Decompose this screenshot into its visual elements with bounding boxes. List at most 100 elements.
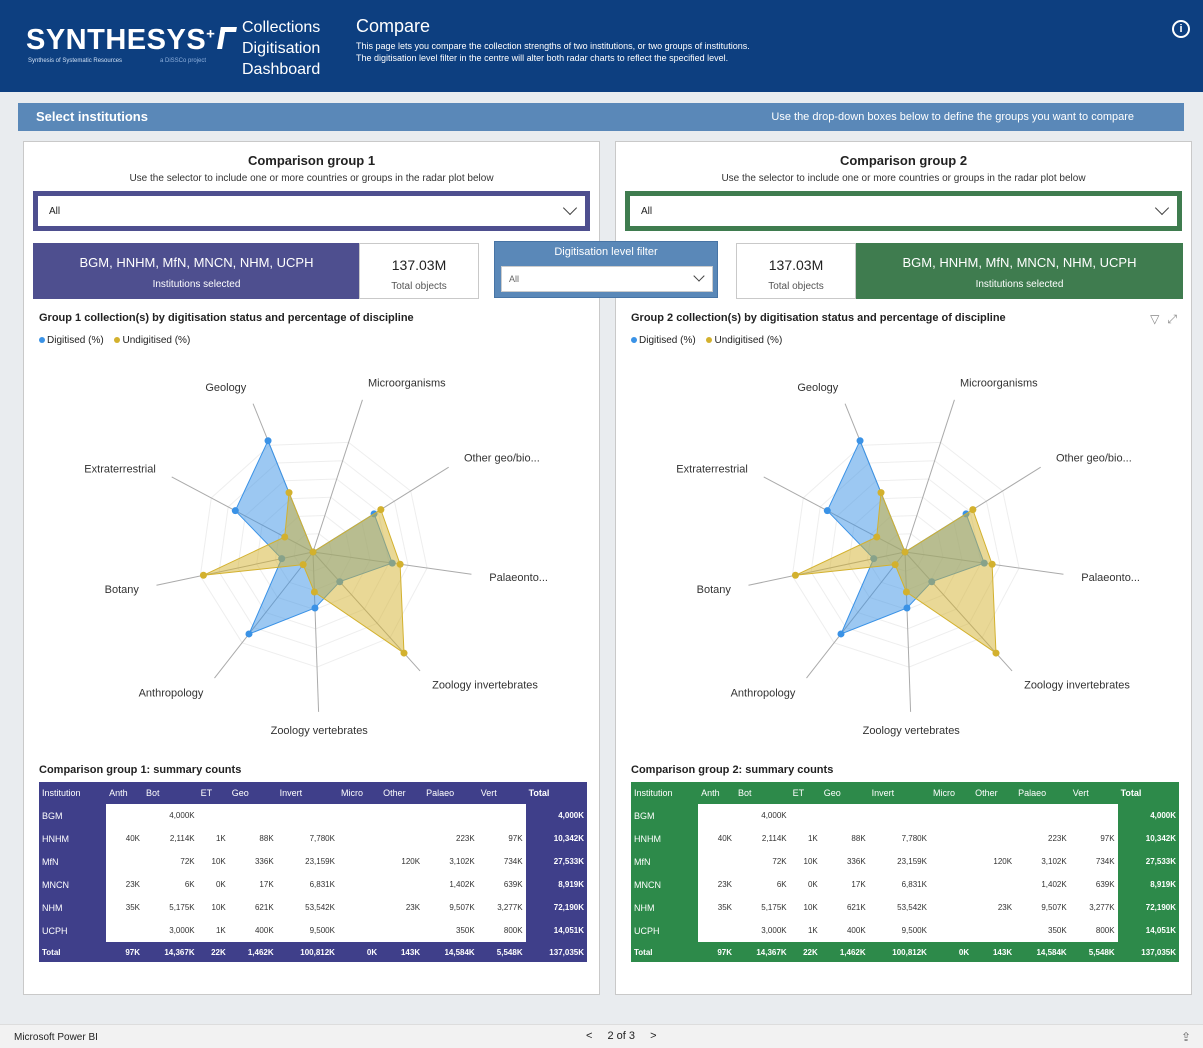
table-cell: 10K bbox=[789, 896, 821, 919]
table-header[interactable]: Anth bbox=[106, 782, 143, 804]
table-cell: 72,190K bbox=[1117, 896, 1179, 919]
table-cell: HNHM bbox=[631, 827, 699, 850]
group-1-legend: Digitised (%) Undigitised (%) bbox=[39, 335, 198, 346]
radar-undigitised-point bbox=[969, 506, 977, 514]
table-header[interactable]: Palaeo bbox=[1015, 782, 1070, 804]
table-cell: 621K bbox=[820, 896, 869, 919]
table-cell: 9,500K bbox=[276, 919, 338, 942]
radar-axis-label: Botany bbox=[697, 584, 732, 596]
table-cell: 3,277K bbox=[1069, 896, 1118, 919]
table-cell: 2,114K bbox=[735, 827, 790, 850]
table-header[interactable]: Vert bbox=[1069, 782, 1118, 804]
table-header[interactable]: Bot bbox=[735, 782, 790, 804]
table-cell: 800K bbox=[1069, 919, 1118, 942]
table-header[interactable]: Palaeo bbox=[423, 782, 478, 804]
table-cell: 17K bbox=[228, 873, 277, 896]
table-cell: 223K bbox=[423, 827, 478, 850]
table-cell bbox=[1069, 804, 1118, 827]
table-row: MNCN 23K 6K 0K 17K 6,831K 1,402K 639K 8,919K bbox=[631, 873, 1179, 896]
digitisation-level-dropdown[interactable]: All bbox=[501, 266, 713, 292]
table-header[interactable]: ET bbox=[789, 782, 821, 804]
table-cell: 336K bbox=[820, 850, 869, 873]
group-1-selector[interactable]: All bbox=[33, 191, 590, 231]
table-header[interactable]: Institution bbox=[39, 782, 107, 804]
table-header[interactable]: Anth bbox=[698, 782, 735, 804]
table-header[interactable]: Other bbox=[972, 782, 1016, 804]
prev-page-button[interactable]: < bbox=[586, 1030, 592, 1042]
table-cell bbox=[929, 827, 973, 850]
radar-digitised-point bbox=[311, 604, 319, 612]
table-header[interactable]: Geo bbox=[820, 782, 869, 804]
group-1-radar-chart: Geology Microorganisms Other geo/bio... Pal… bbox=[84, 378, 548, 737]
table-header[interactable]: Micro bbox=[929, 782, 973, 804]
table-row: UCPH 3,000K 1K 400K 9,500K 350K 800K 14,051K bbox=[39, 919, 587, 942]
table-cell bbox=[972, 919, 1016, 942]
table-cell: 23,159K bbox=[276, 850, 338, 873]
table-header[interactable]: ET bbox=[197, 782, 229, 804]
table-header[interactable]: Invert bbox=[868, 782, 930, 804]
table-header[interactable]: Total bbox=[525, 782, 587, 804]
page-description: This page lets you compare the collectio… bbox=[356, 41, 750, 63]
radar-axis-label: Other geo/bio... bbox=[464, 453, 540, 465]
table-cell: 3,102K bbox=[423, 850, 478, 873]
table-cell: 40K bbox=[698, 827, 735, 850]
radar-axis-label: Botany bbox=[105, 584, 140, 596]
table-cell: NHM bbox=[39, 896, 107, 919]
info-icon[interactable]: i bbox=[1172, 20, 1190, 38]
table-cell bbox=[276, 804, 338, 827]
table-cell bbox=[106, 804, 143, 827]
table-cell bbox=[423, 804, 478, 827]
table-row: HNHM 40K 2,114K 1K 88K 7,780K 223K 97K 10,342K bbox=[39, 827, 587, 850]
table-header[interactable]: Other bbox=[380, 782, 424, 804]
table-row: HNHM 40K 2,114K 1K 88K 7,780K 223K 97K 10,342K bbox=[631, 827, 1179, 850]
radar-axis-label: Palaeonto... bbox=[1081, 572, 1140, 584]
table-header[interactable]: Geo bbox=[228, 782, 277, 804]
table-cell bbox=[337, 896, 381, 919]
table-header[interactable]: Vert bbox=[477, 782, 526, 804]
radar-undigitised-point bbox=[902, 588, 910, 596]
table-cell: UCPH bbox=[39, 919, 107, 942]
table-header[interactable]: Total bbox=[1117, 782, 1179, 804]
table-cell: MNCN bbox=[631, 873, 699, 896]
powerbi-brand: Microsoft Power BI bbox=[14, 1032, 98, 1043]
table-cell: 1K bbox=[197, 919, 229, 942]
table-cell bbox=[929, 850, 973, 873]
table-cell: 1,402K bbox=[1015, 873, 1070, 896]
group-2-table-title: Comparison group 2: summary counts bbox=[631, 764, 834, 776]
table-cell: 88K bbox=[820, 827, 869, 850]
group-2-radar-chart: Geology Microorganisms Other geo/bio... Pal… bbox=[676, 378, 1140, 737]
table-cell bbox=[337, 804, 381, 827]
legend-undigitised-dot bbox=[114, 337, 121, 344]
group-2-selector[interactable]: All bbox=[625, 191, 1182, 231]
page-indicator: 2 of 3 bbox=[607, 1030, 636, 1042]
radar-digitised-point bbox=[837, 630, 845, 638]
table-total-cell: 5,548K bbox=[477, 942, 526, 962]
chevron-down-icon bbox=[1154, 200, 1170, 216]
radar-undigitised-point bbox=[992, 649, 1000, 657]
table-cell bbox=[228, 804, 277, 827]
table-cell bbox=[337, 850, 381, 873]
table-header[interactable]: Invert bbox=[276, 782, 338, 804]
table-cell: MfN bbox=[39, 850, 107, 873]
table-cell bbox=[929, 919, 973, 942]
table-cell: 4,000K bbox=[143, 804, 198, 827]
focus-mode-icon[interactable]: ⤢ bbox=[1167, 312, 1177, 326]
table-row: UCPH 3,000K 1K 400K 9,500K 350K 800K 14,051K bbox=[631, 919, 1179, 942]
logo-mark-icon bbox=[217, 27, 238, 49]
table-header[interactable]: Institution bbox=[631, 782, 699, 804]
next-page-button[interactable]: > bbox=[650, 1030, 656, 1042]
table-header[interactable]: Micro bbox=[337, 782, 381, 804]
table-cell: NHM bbox=[631, 896, 699, 919]
filter-icon[interactable]: ▽ bbox=[1150, 312, 1159, 326]
select-institutions-title: Select institutions bbox=[36, 109, 148, 124]
radar-axis-label: Zoology invertebrates bbox=[1024, 679, 1130, 691]
share-icon[interactable]: ⇪ bbox=[1181, 1030, 1191, 1044]
table-cell bbox=[972, 804, 1016, 827]
legend-undigitised-dot bbox=[706, 337, 713, 344]
table-total-cell: 137,035K bbox=[1117, 942, 1179, 962]
table-cell bbox=[1015, 804, 1070, 827]
table-cell: 6,831K bbox=[276, 873, 338, 896]
table-cell bbox=[337, 827, 381, 850]
table-cell: 800K bbox=[477, 919, 526, 942]
table-header[interactable]: Bot bbox=[143, 782, 198, 804]
